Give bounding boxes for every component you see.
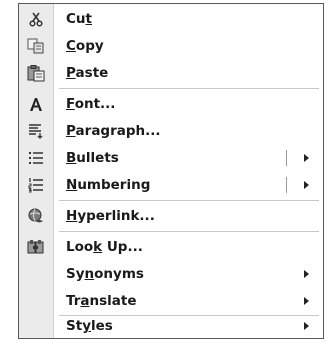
menu-item-synonyms[interactable]: Synonyms: [19, 261, 323, 287]
cut-icon: [19, 6, 53, 32]
menu-item-label: Synonyms: [66, 266, 144, 282]
menu-item-paste[interactable]: Paste: [19, 60, 323, 86]
menu-separator: [59, 200, 319, 201]
menu-item-label: Bullets: [66, 150, 119, 166]
menu-item-hyperlink[interactable]: Hyperlink...: [19, 203, 323, 229]
submenu-arrow-icon[interactable]: [304, 154, 309, 162]
copy-icon: [19, 33, 53, 59]
menu-item-translate[interactable]: Translate: [19, 288, 323, 314]
menu-item-bullets[interactable]: Bullets: [19, 145, 323, 171]
menu-item-numbering[interactable]: Numbering: [19, 172, 323, 198]
bullets-icon: [19, 145, 53, 171]
submenu-arrow-icon: [304, 322, 309, 330]
menu-item-label: Hyperlink...: [66, 208, 155, 224]
menu-item-font[interactable]: Font...: [19, 91, 323, 117]
hyperlink-icon: [19, 203, 53, 229]
submenu-arrow-icon[interactable]: [304, 181, 309, 189]
menu-item-label: Styles: [66, 318, 113, 334]
menu-item-label: Paragraph...: [66, 123, 161, 139]
menu-item-label: Font...: [66, 96, 116, 112]
menu-item-copy[interactable]: Copy: [19, 33, 323, 59]
menu-separator: [59, 88, 319, 89]
paragraph-icon: [19, 118, 53, 144]
context-menu: Cut Copy Paste Font... Paragraph... Bull…: [18, 3, 324, 339]
menu-item-label: Copy: [66, 38, 104, 54]
menu-item-label: Numbering: [66, 177, 151, 193]
menu-item-label: Paste: [66, 65, 109, 81]
split-divider: [286, 177, 287, 193]
menu-item-label: Translate: [66, 293, 137, 309]
look-up-icon: [19, 234, 53, 260]
submenu-arrow-icon: [304, 270, 309, 278]
font-icon: [19, 91, 53, 117]
menu-item-styles[interactable]: Styles: [19, 313, 323, 339]
numbering-icon: [19, 172, 53, 198]
split-divider: [286, 150, 287, 166]
menu-item-label: Look Up...: [66, 239, 143, 255]
menu-item-look-up[interactable]: Look Up...: [19, 234, 323, 260]
menu-item-label: Cut: [66, 11, 92, 27]
submenu-arrow-icon: [304, 297, 309, 305]
menu-separator: [59, 231, 319, 232]
menu-item-cut[interactable]: Cut: [19, 6, 323, 32]
menu-item-paragraph[interactable]: Paragraph...: [19, 118, 323, 144]
paste-icon: [19, 60, 53, 86]
